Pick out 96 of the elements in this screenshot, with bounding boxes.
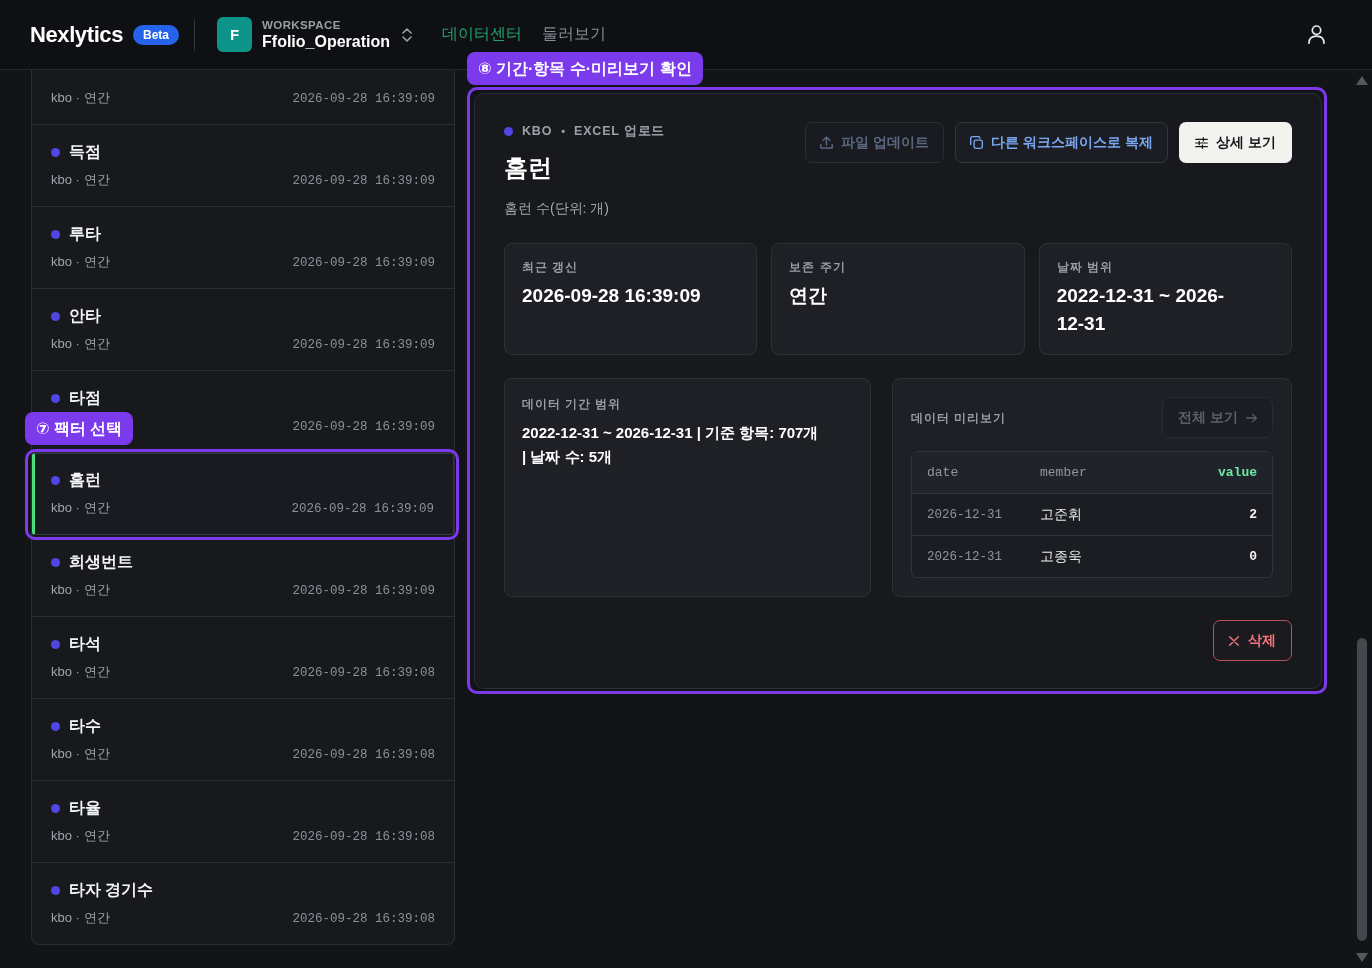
status-dot-icon [51, 803, 60, 813]
status-dot-icon [51, 639, 60, 649]
updated-time: 2026-09-28 16:39:09 [292, 420, 435, 435]
factor-name: 타석 [69, 635, 101, 653]
status-dot-icon [51, 721, 60, 731]
factor-list-item[interactable]: 안타 kbo · 연간 2026-09-28 16:39:09 [32, 289, 454, 371]
close-icon [1229, 635, 1239, 646]
stat-label: 최근 갱신 [522, 260, 580, 274]
status-dot-icon [51, 557, 60, 567]
updated-time: 2026-09-28 16:39:09 [292, 256, 435, 271]
arrow-right-icon [1246, 412, 1257, 423]
column-header: member [1040, 465, 1088, 480]
scroll-down-icon[interactable] [1356, 953, 1368, 962]
user-icon[interactable] [1308, 25, 1325, 44]
factor-list-item[interactable]: 타자 경기수 kbo · 연간 2026-09-28 16:39:08 [32, 863, 454, 944]
stat-label: 보존 주기 [789, 260, 847, 274]
details-button[interactable]: 상세 보기 [1179, 122, 1292, 163]
chevron-updown-icon[interactable] [402, 27, 413, 42]
factor-name: 홈런 [69, 471, 101, 489]
nav-tab[interactable]: 둘러보기 [542, 24, 607, 45]
factor-name: 타수 [69, 717, 101, 735]
column-header: value [1218, 465, 1257, 480]
stat-value: 연간 [789, 284, 829, 308]
table-cell-text: 2026-12-31 [927, 507, 1003, 522]
source-provider: KBO [522, 124, 553, 138]
factor-list-item[interactable]: 득점 kbo · 연간 2026-09-28 16:39:09 [32, 125, 454, 207]
factor-name: 안타 [69, 307, 101, 325]
range-value: 2022-12-31 ~ 2026-12-31 | 기준 항목: 707개 | 날짜 수: 5개 [522, 423, 820, 467]
nav-tab[interactable]: 데이터센터 [442, 24, 523, 45]
factor-meta: kbo · 연간 [51, 581, 110, 599]
delete-button[interactable]: 삭제 [1213, 620, 1292, 661]
status-dot-icon [51, 885, 60, 895]
status-dot-icon [51, 147, 60, 157]
table-cell-text: 2026-12-31 [927, 549, 1003, 564]
table-cell-text: 고준휘 [1040, 505, 1083, 524]
annotation-label: ⑧ 기간·항목 수·미리보기 확인 [467, 52, 703, 85]
factor-name: 타율 [69, 799, 101, 817]
workspace-caption: WORKSPACE [262, 17, 342, 32]
stat-label: 날짜 범위 [1056, 260, 1114, 274]
annotation-label: ⑦ 팩터 선택 [25, 412, 134, 445]
factor-name: 루타 [69, 225, 101, 243]
factor-list-item[interactable]: 희생번트 kbo · 연간 2026-09-28 16:39:09 [32, 535, 454, 617]
factor-description: 홈런 수(단위: 개) [504, 199, 610, 218]
factor-list-item[interactable]: 루타 kbo · 연간 2026-09-28 16:39:09 [32, 207, 454, 289]
updated-time: 2026-09-28 16:39:08 [292, 666, 435, 681]
factor-list-item[interactable]: 타수 kbo · 연간 2026-09-28 16:39:08 [32, 699, 454, 781]
factor-meta: kbo · 연간 [51, 171, 110, 189]
factor-meta: kbo · 연간 [51, 745, 110, 763]
factor-meta: kbo · 연간 [51, 827, 110, 845]
factor-name: 타점 [69, 389, 101, 407]
factor-list-item[interactable]: kbo · 연간 2026-09-28 16:39:09 [32, 70, 454, 125]
updated-time: 2026-09-28 16:39:09 [292, 338, 435, 353]
factor-list-item[interactable]: 타율 kbo · 연간 2026-09-28 16:39:08 [32, 781, 454, 863]
beta-badge: Beta [133, 24, 180, 45]
range-label: 데이터 기간 범위 [522, 397, 623, 411]
sliders-icon [1195, 136, 1209, 149]
factor-list-item[interactable]: 타석 kbo · 연간 2026-09-28 16:39:08 [32, 617, 454, 699]
updated-time: 2026-09-28 16:39:09 [292, 584, 435, 599]
table-cell: 0 [1249, 549, 1257, 564]
updated-time: 2026-09-28 16:39:08 [292, 912, 435, 927]
factor-meta: kbo · 연간 [51, 335, 110, 353]
status-dot-icon [51, 311, 60, 321]
updated-time: 2026-09-28 16:39:09 [291, 502, 434, 517]
status-dot-icon [51, 229, 60, 239]
scrollbar-thumb[interactable] [1357, 638, 1367, 941]
updated-time: 2026-09-28 16:39:09 [292, 92, 435, 107]
factor-meta: kbo · 연간 [51, 253, 110, 271]
column-header: date [927, 465, 960, 480]
table-cell-text: 고종욱 [1040, 547, 1083, 566]
workspace-name: Ffolio_Operation [262, 31, 391, 52]
status-dot-icon [51, 475, 60, 485]
app-logo: Nexlytics [30, 21, 123, 48]
factor-meta: kbo · 연간 [51, 909, 110, 927]
updated-time: 2026-09-28 16:39:09 [292, 174, 435, 189]
upload-icon [820, 136, 834, 149]
factor-name: 희생번트 [69, 553, 133, 571]
source-separator: • [561, 125, 566, 137]
source-type: EXCEL 업로드 [574, 122, 666, 140]
updated-time: 2026-09-28 16:39:08 [292, 748, 435, 763]
source-dot-icon [504, 126, 513, 136]
copy-icon [970, 136, 984, 149]
factor-meta: kbo · 연간 [51, 89, 110, 107]
stat-value: 2026-09-28 16:39:09 [522, 284, 702, 308]
factor-name: 타자 경기수 [69, 881, 154, 899]
factor-title: 홈런 [504, 153, 553, 183]
factor-meta: kbo · 연간 [51, 499, 110, 517]
scroll-up-icon[interactable] [1356, 76, 1368, 85]
stat-value: 2022-12-31 ~ 2026-12-31 [1056, 284, 1226, 336]
factor-meta: kbo · 연간 [51, 663, 110, 681]
status-dot-icon [51, 393, 60, 403]
copy-to-workspace-button[interactable]: 다른 워크스페이스로 복제 [955, 122, 1169, 163]
table-cell: 2 [1249, 507, 1257, 522]
factor-name: 득점 [69, 143, 101, 161]
updated-time: 2026-09-28 16:39:08 [292, 830, 435, 845]
workspace-avatar: F [217, 17, 253, 52]
preview-label: 데이터 미리보기 [911, 410, 1007, 425]
